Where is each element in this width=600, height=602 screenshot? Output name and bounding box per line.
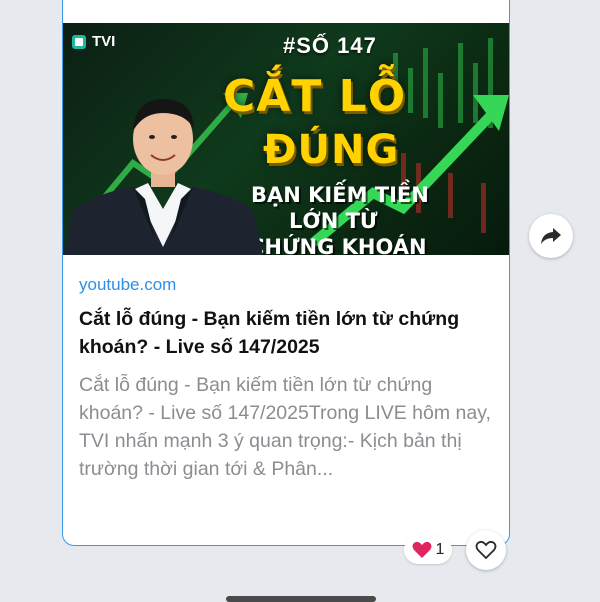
subheadline-line-3: CHỨNG KHOÁN xyxy=(249,235,427,255)
link-title[interactable]: Cắt lỗ đúng - Bạn kiếm tiền lớn từ chứng… xyxy=(79,305,499,361)
tvi-logo-icon xyxy=(72,34,86,49)
link-description: Cắt lỗ đúng - Bạn kiếm tiền lớn từ chứng… xyxy=(79,374,491,480)
link-domain[interactable]: youtube.com xyxy=(79,275,176,295)
share-button[interactable] xyxy=(529,214,573,258)
link-preview-card[interactable]: TVI #SỐ 147 CẮT LỖ ĐÚNG BẠN KIẾM TIỀN LỚ… xyxy=(62,0,510,546)
heart-filled-icon xyxy=(412,541,432,558)
episode-number: #SỐ 147 xyxy=(283,33,377,58)
headline-line-2: ĐÚNG xyxy=(263,127,400,173)
like-button[interactable] xyxy=(466,530,506,570)
video-thumbnail[interactable]: TVI #SỐ 147 CẮT LỖ ĐÚNG BẠN KIẾM TIỀN LỚ… xyxy=(63,23,509,255)
heart-outline-icon xyxy=(475,540,497,560)
home-indicator xyxy=(226,596,376,602)
subheadline-line-2: LỚN TỪ xyxy=(289,209,378,233)
presenter-image xyxy=(63,99,263,255)
reaction-count: 1 xyxy=(435,541,445,558)
reaction-count-badge[interactable]: 1 xyxy=(404,536,452,564)
subheadline-line-1: BẠN KIẾM TIỀN xyxy=(251,183,429,207)
share-arrow-icon xyxy=(541,228,561,244)
brand-name: TVI xyxy=(92,33,116,50)
tvi-logo: TVI xyxy=(71,33,115,50)
